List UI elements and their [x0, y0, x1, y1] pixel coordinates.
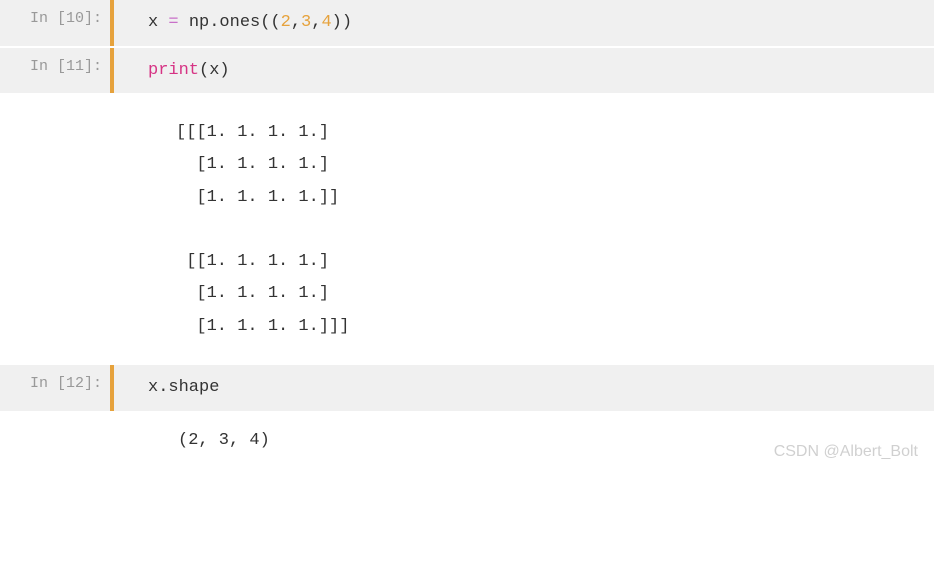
code-token: ,: [311, 13, 321, 32]
code-token: ,: [291, 13, 301, 32]
code-token: 3: [301, 13, 311, 32]
code-token: x: [148, 13, 158, 32]
output-cell-11: [[[1. 1. 1. 1.] [1. 1. 1. 1.] [1. 1. 1. …: [0, 95, 934, 365]
code-token: np: [189, 13, 209, 32]
stdout-output: [[[1. 1. 1. 1.] [1. 1. 1. 1.] [1. 1. 1. …: [114, 95, 934, 365]
code-token: shape: [168, 378, 219, 397]
code-input[interactable]: x.shape: [114, 365, 934, 411]
code-token: ): [219, 61, 229, 80]
code-token: 4: [321, 13, 331, 32]
execute-result: (2, 3, 4): [114, 413, 934, 469]
code-input[interactable]: x = np.ones((2,3,4)): [114, 0, 934, 46]
output-prompt: [0, 413, 110, 469]
input-cell-11: In [11]: print(x): [0, 48, 934, 96]
code-token: 2: [281, 13, 291, 32]
code-token: x: [209, 61, 219, 80]
input-cell-10: In [10]: x = np.ones((2,3,4)): [0, 0, 934, 48]
code-token: (: [199, 61, 209, 80]
output-cell-12: (2, 3, 4): [0, 413, 934, 469]
input-prompt: In [10]:: [0, 0, 110, 46]
code-token: =: [158, 13, 189, 32]
input-cell-12: In [12]: x.shape: [0, 365, 934, 413]
code-token: ones: [219, 13, 260, 32]
input-prompt: In [12]:: [0, 365, 110, 411]
prompt-label: In [10]:: [30, 10, 102, 27]
code-token: .: [158, 378, 168, 397]
input-prompt: In [11]:: [0, 48, 110, 94]
code-token: print: [148, 61, 199, 80]
code-token: )): [332, 13, 352, 32]
code-token: .: [209, 13, 219, 32]
output-prompt: [0, 95, 110, 365]
code-token: x: [148, 378, 158, 397]
code-input[interactable]: print(x): [114, 48, 934, 94]
prompt-label: In [11]:: [30, 58, 102, 75]
code-token: ((: [260, 13, 280, 32]
prompt-label: In [12]:: [30, 375, 102, 392]
